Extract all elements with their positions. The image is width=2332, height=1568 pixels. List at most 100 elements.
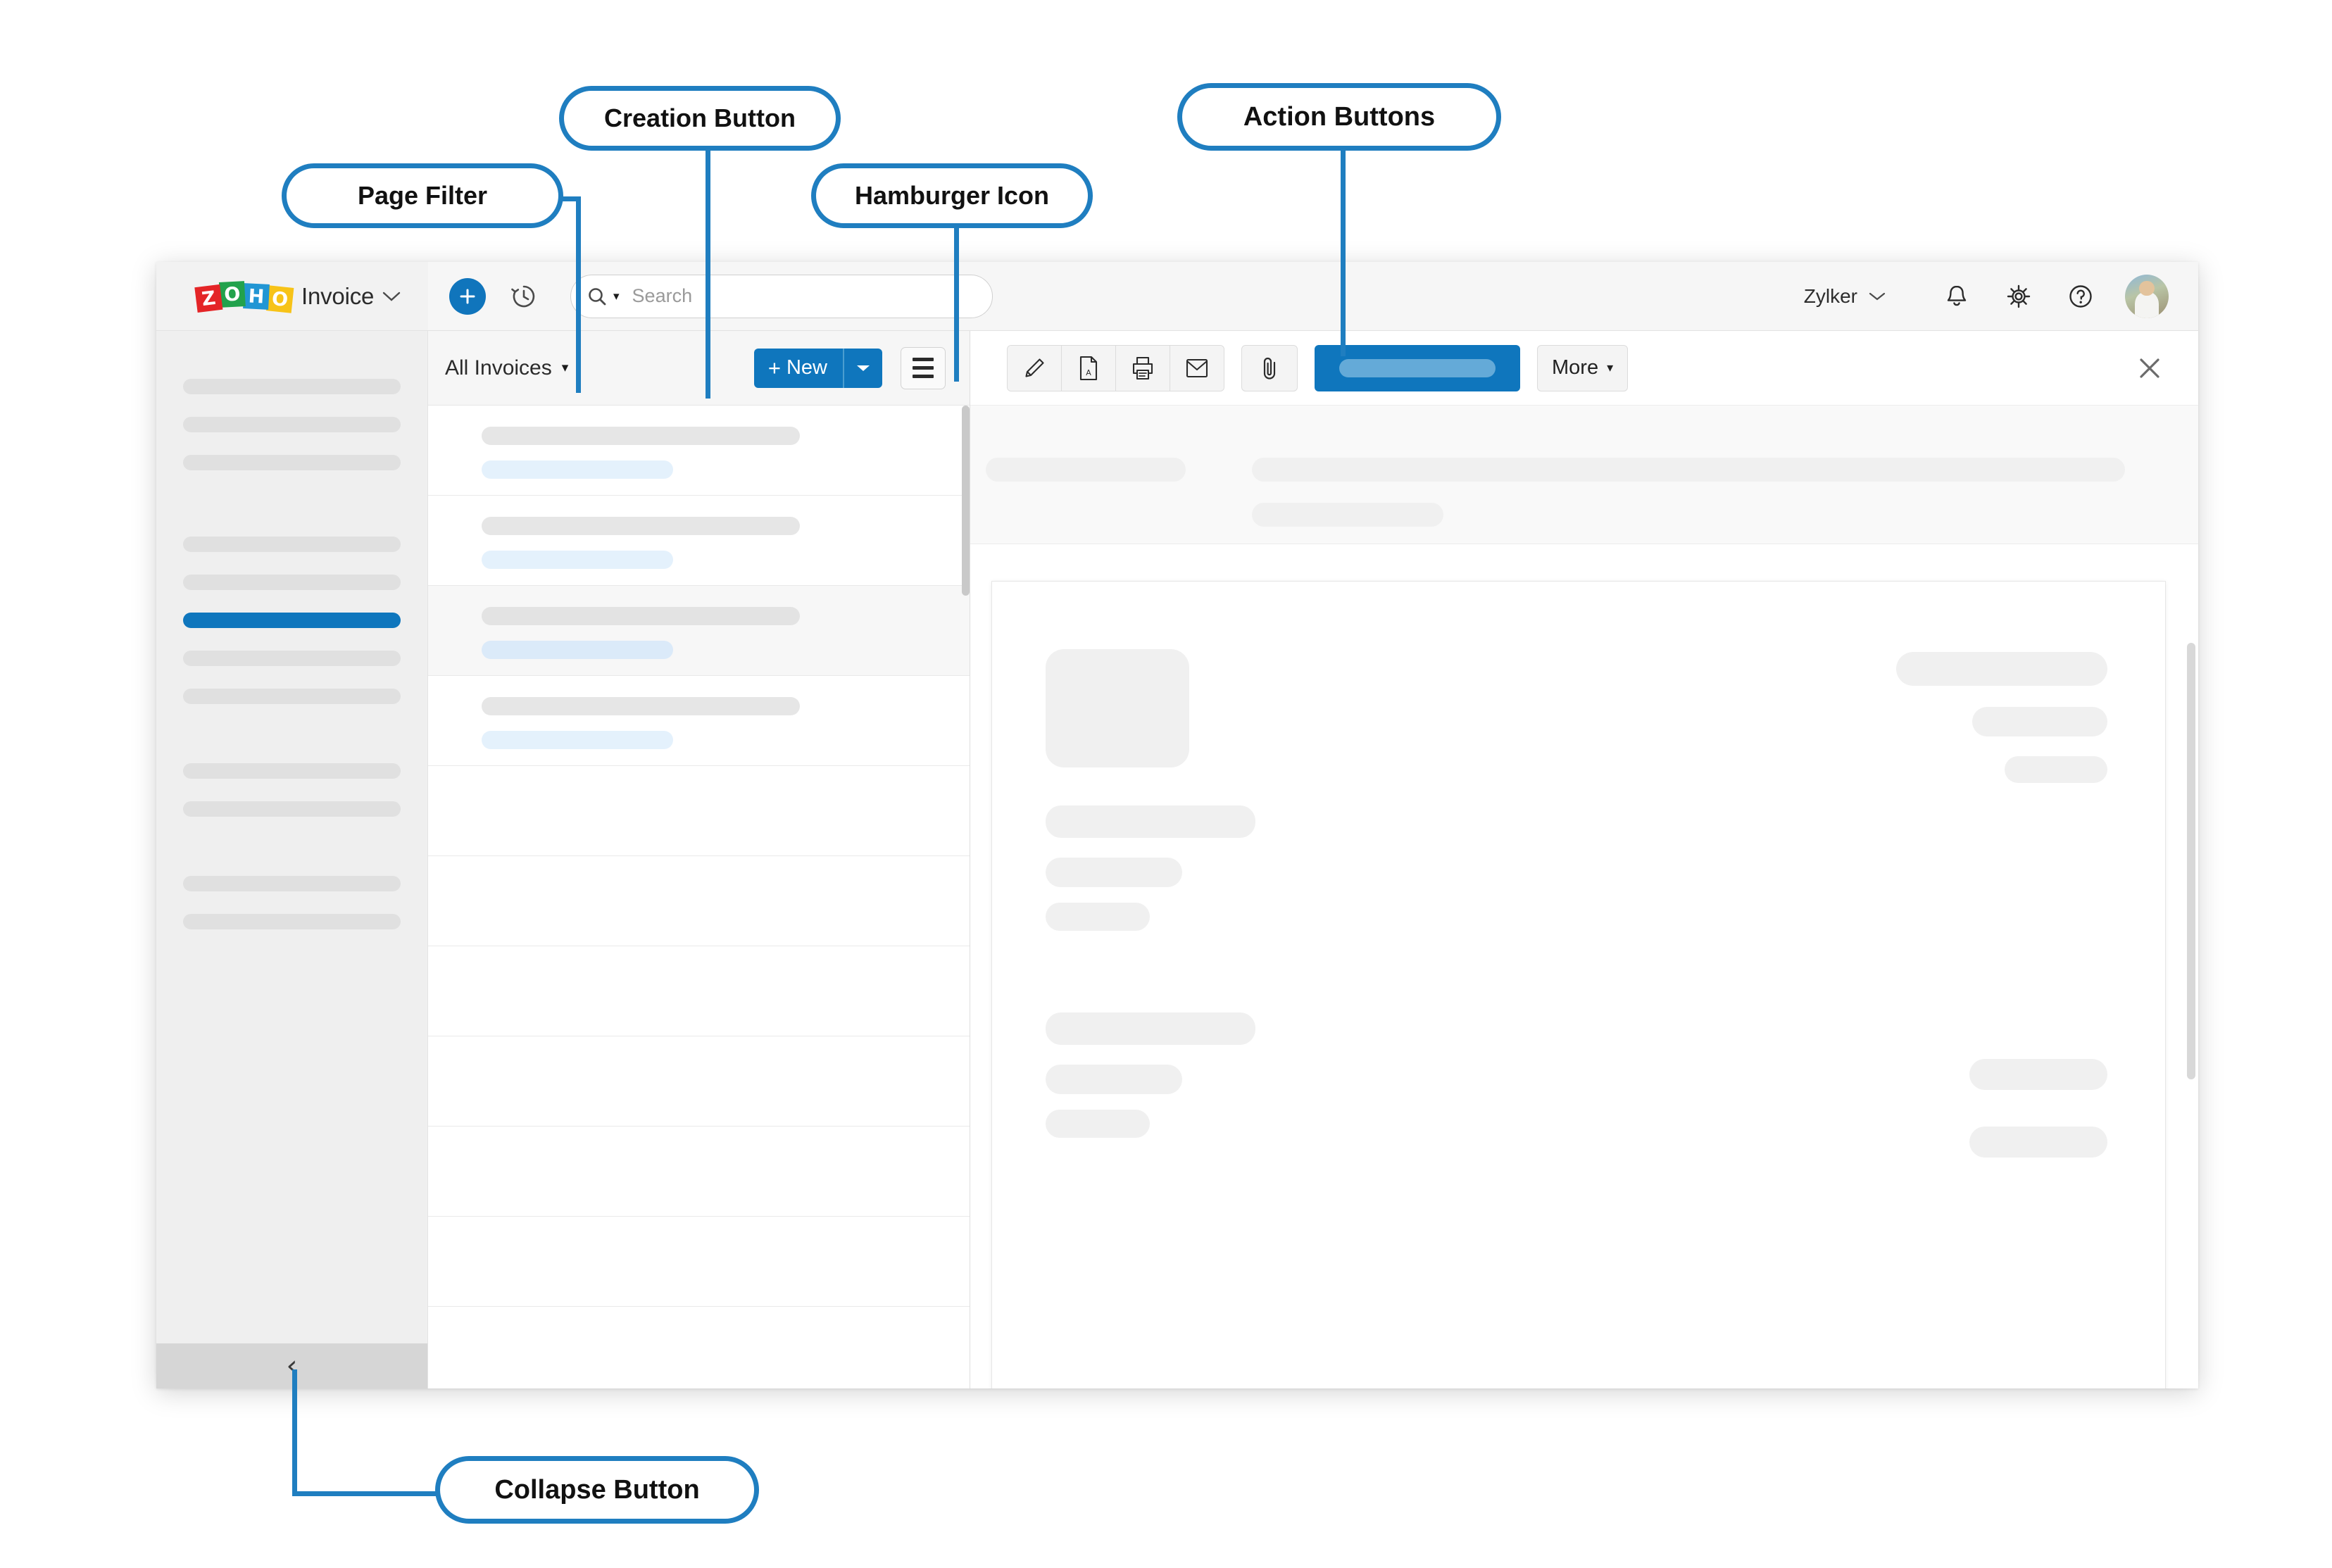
chevron-down-icon[interactable] [382,291,401,302]
sidebar-item-skeleton [183,575,401,590]
close-button[interactable] [2129,348,2170,389]
list-item-subtitle-skeleton [482,641,673,659]
app-body: ‹ All Invoices ▾ + New A More ▾ [156,331,2198,1388]
sidebar-item-skeleton-active [183,613,401,628]
sidebar-item-active[interactable] [156,601,427,639]
callout-collapse-button-label: Collapse Button [494,1474,700,1505]
chevron-down-icon [1869,291,1886,301]
list-item-empty[interactable] [428,1307,970,1388]
callout-hamburger-icon: Hamburger Icon [811,163,1093,228]
sidebar-items [156,331,427,941]
list-item-selected[interactable] [428,586,970,676]
invoice-list [428,406,970,1388]
creation-button-group: + New [753,348,882,388]
detail-panel: A More ▾ [970,331,2198,1388]
list-item-empty[interactable] [428,1127,970,1217]
bell-icon [1942,282,1971,311]
sidebar-item-skeleton [183,914,401,929]
help-icon [2065,281,2096,312]
help-button[interactable] [2062,277,2100,315]
print-button[interactable] [1116,345,1170,391]
document-line-right-2 [1972,707,2107,736]
sidebar-item-9[interactable] [156,790,427,828]
sidebar-item-6[interactable] [156,639,427,677]
sidebar-group-spacer [156,828,427,865]
sidebar-group-spacer [156,715,427,752]
detail-scrollbar[interactable] [2187,643,2195,1079]
new-button[interactable]: + New [753,348,843,388]
sidebar-item-3[interactable] [156,444,427,482]
attachment-button[interactable] [1241,344,1298,391]
list-item-empty[interactable] [428,946,970,1036]
org-name: Zylker [1803,284,1857,307]
org-switcher[interactable]: Zylker [1804,285,1886,308]
sidebar-item-7[interactable] [156,677,427,715]
sidebar-item-skeleton [183,379,401,394]
action-buttons-bar: A More ▾ [970,331,2198,406]
list-item[interactable] [428,676,970,766]
list-item-empty[interactable] [428,766,970,856]
document-line-left-1 [1046,805,1255,838]
search-input[interactable] [630,284,977,308]
sidebar-item-1[interactable] [156,368,427,406]
header-actions: ▾ Zylker [428,262,2198,330]
sidebar-item-8[interactable] [156,752,427,790]
sidebar-item-skeleton [183,417,401,432]
document-line-left-2 [1046,858,1182,887]
list-toolbar: All Invoices ▾ + New [428,331,970,406]
detail-subheader-skeleton-2 [1252,458,2125,482]
list-item[interactable] [428,406,970,496]
create-new-button[interactable] [449,277,486,315]
plus-icon: + [767,355,781,380]
list-item-empty[interactable] [428,856,970,946]
callout-action-buttons: Action Buttons [1177,83,1501,151]
list-item-empty[interactable] [428,1217,970,1307]
list-item-empty[interactable] [428,1036,970,1127]
connector-creation-button-vertical [706,138,710,399]
logo-tile-z: Z [194,284,223,313]
history-icon[interactable] [507,280,541,313]
pdf-button[interactable]: A [1062,345,1116,391]
sidebar: ‹ [156,331,428,1388]
sidebar-item-2[interactable] [156,406,427,444]
more-button[interactable]: More ▾ [1537,344,1629,391]
action-button-group: A [1007,344,1224,391]
sidebar-item-5[interactable] [156,563,427,601]
email-icon [1184,357,1210,380]
document-line-left-5 [1046,1065,1182,1094]
detail-subheader [970,406,2198,544]
zoho-logo[interactable]: Z O H O [194,280,294,313]
new-dropdown-button[interactable] [843,348,882,388]
search-icon [587,286,608,307]
page-filter[interactable]: All Invoices ▾ [445,356,568,380]
notifications-button[interactable] [1938,277,1976,315]
list-item-subtitle-skeleton [482,731,673,749]
sidebar-item-4[interactable] [156,525,427,563]
paperclip-icon [1258,355,1281,382]
app-window: Z O H O Invoice ▾ Search Zylker ‹ All In… [156,262,2198,1388]
edit-button[interactable] [1008,345,1062,391]
callout-hamburger-icon-label: Hamburger Icon [854,181,1050,210]
sidebar-item-10[interactable] [156,865,427,903]
list-item-title-skeleton [482,697,800,715]
detail-scroll-area [970,544,2198,1388]
list-item-title-skeleton [482,607,800,625]
avatar[interactable] [2125,274,2169,318]
sidebar-item-11[interactable] [156,903,427,941]
document-line-left-4 [1046,1012,1255,1045]
page-filter-label: All Invoices [445,356,552,380]
hamburger-icon[interactable] [901,346,946,389]
search-scope-caret-icon[interactable]: ▾ [613,289,620,303]
callout-creation-button-label: Creation Button [604,104,796,132]
document-logo-skeleton [1046,649,1189,767]
printer-icon [1129,355,1156,382]
new-button-label: New [786,356,827,379]
search-box[interactable]: ▾ [570,274,993,318]
edit-pencil-icon [1022,356,1047,381]
sidebar-item-skeleton [183,537,401,552]
detail-subheader-skeleton-1 [986,458,1186,482]
settings-button[interactable] [2000,277,2038,315]
email-button[interactable] [1170,345,1224,391]
list-scrollbar[interactable] [962,406,970,596]
list-item[interactable] [428,496,970,586]
